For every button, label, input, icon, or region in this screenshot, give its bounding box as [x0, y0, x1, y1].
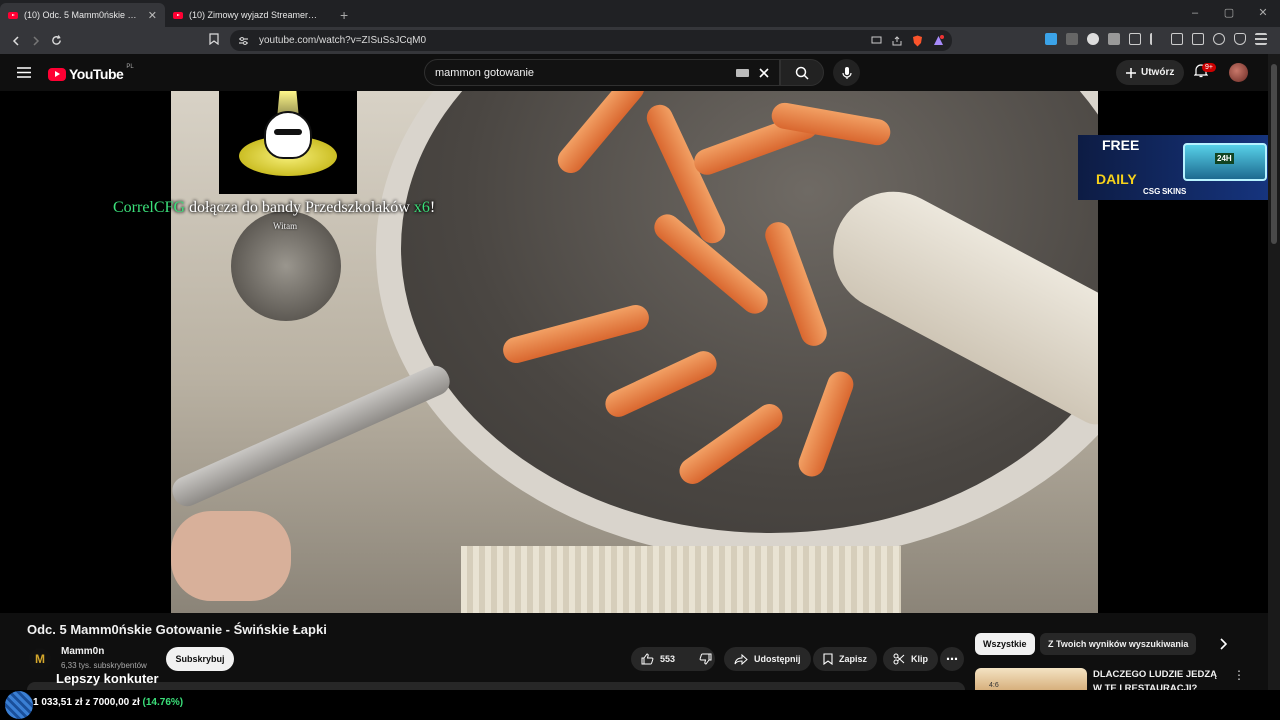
microphone-icon [841, 66, 852, 79]
tab-strip: (10) Odc. 5 Mamm0ńskie Gotow ✕ (10) Zimo… [0, 0, 1280, 27]
notification-count-badge: 9+ [1202, 63, 1216, 72]
voice-search-button[interactable] [833, 59, 860, 86]
search-query: mammon gotowanie [435, 66, 535, 79]
donation-goal-bar [0, 690, 1280, 720]
dislike-button[interactable] [699, 653, 712, 665]
youtube-favicon-icon [173, 11, 183, 19]
like-button[interactable]: 553 [641, 653, 675, 665]
tab-title: (10) Odc. 5 Mamm0ńskie Gotow [24, 10, 142, 20]
url-text: youtube.com/watch?v=ZISuSsJCqM0 [259, 35, 427, 46]
search-button[interactable] [780, 59, 824, 86]
save-bookmark-icon [823, 653, 833, 665]
chip-all[interactable]: Wszystkie [975, 633, 1035, 655]
bookmark-icon[interactable] [209, 33, 219, 45]
more-actions-button[interactable]: ⋯ [940, 647, 964, 671]
like-count: 553 [660, 654, 676, 664]
share-icon [734, 653, 748, 665]
site-settings-icon[interactable] [238, 36, 249, 46]
extension-icon[interactable] [1129, 33, 1141, 45]
share-page-icon[interactable] [892, 35, 902, 46]
brave-shields-icon[interactable] [912, 35, 923, 47]
stream-overlay-title: Lepszy konkuter [56, 671, 159, 686]
mascot-image [264, 111, 312, 159]
channel-name[interactable]: Mamm0n [61, 646, 104, 657]
tab-title: (10) Zimowy wyjazd Streamerów - Fi [189, 10, 322, 20]
cast-icon[interactable] [871, 36, 882, 45]
wallet-icon[interactable] [1192, 33, 1204, 45]
case-image: 24H [1183, 143, 1267, 181]
share-button[interactable]: Udostępnij [724, 647, 811, 671]
music-icon[interactable] [1150, 33, 1162, 45]
stream-alert-text: CorrelCFG dołącza do bandy Przedszkolakó… [113, 199, 436, 216]
youtube-favicon-icon [8, 11, 18, 19]
video-player[interactable]: CorrelCFG dołącza do bandy Przedszkolakó… [0, 91, 1268, 613]
new-tab-button[interactable]: + [330, 3, 358, 27]
youtube-header: YouTube PL mammon gotowanie Utwórz 9+ [0, 54, 1268, 91]
save-button[interactable]: Zapisz [813, 647, 878, 671]
forward-button[interactable] [26, 31, 46, 51]
youtube-play-icon [48, 67, 66, 81]
chip-from-search[interactable]: Z Twoich wyników wyszukiwania [1040, 633, 1197, 655]
chevron-right-icon[interactable] [1219, 638, 1227, 650]
subscriber-count: 6,33 tys. subskrybentów [61, 661, 147, 670]
clip-button[interactable]: Klip [883, 647, 938, 671]
close-window-icon[interactable]: ✕ [1246, 0, 1280, 27]
clear-search-icon[interactable] [759, 67, 769, 78]
puzzle-icon[interactable] [1108, 33, 1120, 45]
vpn-icon[interactable] [1234, 33, 1246, 45]
subscribe-button[interactable]: Subskrybuj [166, 647, 234, 671]
sidebar-icon[interactable] [1171, 33, 1183, 45]
account-avatar[interactable] [1229, 63, 1248, 82]
browser-toolbar: youtube.com/watch?v=ZISuSsJCqM0 [0, 27, 1280, 54]
back-button[interactable] [6, 31, 26, 51]
stream-alert-subtext: Witam [273, 221, 298, 231]
extension-icon[interactable] [1045, 33, 1057, 45]
goal-icon [5, 691, 33, 719]
thumbs-up-icon [641, 653, 654, 665]
video-title: Odc. 5 Mamm0ńskie Gotowanie - Świńskie Ł… [27, 622, 327, 637]
keyboard-icon[interactable] [736, 68, 749, 77]
extension-icon[interactable] [1087, 33, 1099, 45]
browser-tab[interactable]: (10) Zimowy wyjazd Streamerów - Fi [165, 3, 330, 27]
scissors-icon [893, 653, 905, 665]
window-controls: – ▢ ✕ [1178, 0, 1280, 27]
page-scrollbar[interactable] [1268, 54, 1280, 694]
maximize-icon[interactable]: ▢ [1212, 0, 1246, 27]
extensions-bar [1045, 33, 1267, 45]
plus-icon [1126, 67, 1136, 78]
address-bar[interactable]: youtube.com/watch?v=ZISuSsJCqM0 [230, 30, 952, 51]
search-input[interactable]: mammon gotowanie [424, 59, 780, 86]
search-icon [795, 66, 809, 80]
channel-avatar[interactable]: M [29, 648, 51, 670]
brave-rewards-icon[interactable] [933, 35, 944, 46]
sponsor-banner[interactable]: FREE DAILY CSG SKINS 24H [1078, 135, 1268, 200]
browser-menu-icon[interactable] [1255, 33, 1267, 45]
hamburger-menu-icon[interactable] [17, 67, 31, 78]
browser-tab-active[interactable]: (10) Odc. 5 Mamm0ńskie Gotow ✕ [0, 3, 165, 27]
stream-alert-box [219, 91, 357, 194]
leo-ai-icon[interactable] [1213, 33, 1225, 45]
extension-icon[interactable] [1066, 33, 1078, 45]
minimize-icon[interactable]: – [1178, 0, 1212, 27]
donation-goal-text: 1 033,51 zł z 7000,00 zł (14.76%) [33, 697, 184, 708]
recommendation-menu-icon[interactable]: ⋮ [1233, 668, 1245, 682]
create-button[interactable]: Utwórz [1116, 60, 1185, 85]
thumbs-down-icon [699, 653, 712, 665]
reload-button[interactable] [46, 31, 66, 51]
youtube-logo[interactable]: YouTube PL [48, 64, 134, 82]
close-tab-icon[interactable]: ✕ [148, 9, 157, 22]
like-dislike-group: 553 [631, 647, 715, 671]
